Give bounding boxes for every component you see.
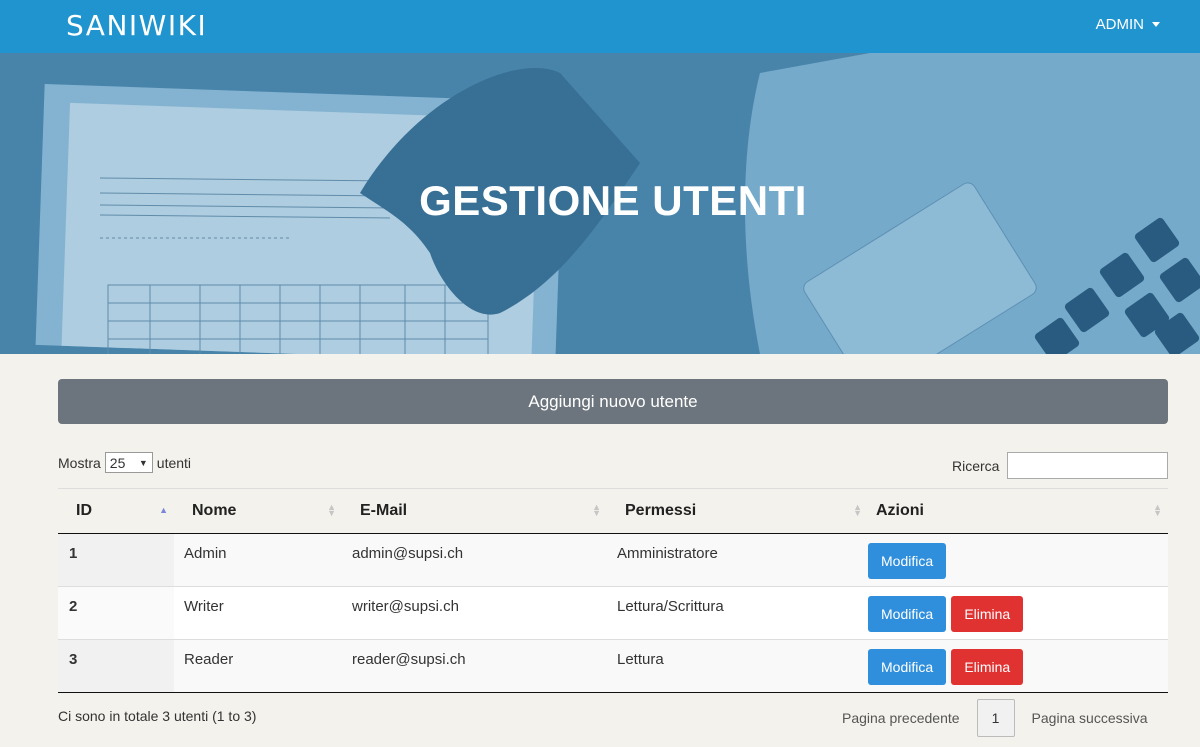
column-header-actions[interactable]: Azioni ▲ ▼ [868, 488, 1168, 534]
page-title: GESTIONE UTENTI [419, 177, 807, 224]
length-prefix-label: Mostra [58, 454, 101, 471]
users-table: ID ▲ Nome ▲ ▼ E-Mail ▲ ▼ Permessi ▲ ▼ Azion… [58, 488, 1168, 693]
cell-actions: Modifica [868, 533, 1168, 587]
cell-id: 1 [58, 533, 174, 587]
brand-logo[interactable]: SANIWIKI [66, 9, 207, 42]
add-user-button[interactable]: Aggiungi nuovo utente [58, 379, 1168, 424]
cell-permissions: Lettura/Scrittura [607, 586, 868, 640]
length-suffix-label: utenti [156, 454, 192, 471]
cell-actions: Modifica Elimina [868, 639, 1168, 693]
search-input[interactable] [1007, 452, 1169, 479]
column-header-label: E-Mail [360, 502, 408, 519]
cell-name: Writer [174, 586, 342, 640]
user-menu-dropdown[interactable]: ADMIN [1096, 16, 1160, 33]
sort-both-icon: ▲ ▼ [853, 502, 862, 518]
column-header-label: ID [76, 502, 92, 519]
next-page-link[interactable]: Pagina successiva [1032, 710, 1148, 726]
column-header-email[interactable]: E-Mail ▲ ▼ [342, 488, 607, 534]
table-row: 2 Writer writer@supsi.ch Lettura/Scrittu… [58, 586, 1168, 640]
cell-actions: Modifica Elimina [868, 586, 1168, 640]
column-header-label: Nome [192, 502, 237, 519]
cell-id: 2 [58, 586, 174, 640]
cell-email: writer@supsi.ch [342, 586, 607, 640]
table-row: 1 Admin admin@supsi.ch Amministratore Mo… [58, 533, 1168, 587]
page-length-control: Mostra 25 ▼ utenti [58, 452, 191, 473]
delete-user-button[interactable]: Elimina [951, 649, 1024, 685]
cell-email: reader@supsi.ch [342, 639, 607, 693]
column-header-label: Azioni [876, 502, 924, 519]
page-number-current[interactable]: 1 [976, 699, 1015, 737]
user-menu-label: ADMIN [1095, 16, 1144, 33]
cell-permissions: Amministratore [607, 533, 868, 587]
previous-page-link[interactable]: Pagina precedente [842, 710, 960, 726]
table-row: 3 Reader reader@supsi.ch Lettura Modific… [58, 639, 1168, 693]
sort-both-icon: ▲ ▼ [327, 502, 336, 518]
table-info: Ci sono in totale 3 utenti (1 to 3) [58, 708, 257, 724]
column-header-name[interactable]: Nome ▲ ▼ [174, 488, 342, 534]
cell-name: Reader [174, 639, 342, 693]
dropdown-arrow-icon: ▼ [138, 457, 148, 468]
sort-both-icon: ▲ ▼ [592, 502, 601, 518]
sort-ascending-icon: ▲ [159, 505, 168, 515]
column-header-label: Permessi [625, 502, 697, 519]
cell-email: admin@supsi.ch [342, 533, 607, 587]
delete-user-button[interactable]: Elimina [951, 596, 1024, 632]
cell-name: Admin [174, 533, 342, 587]
caret-down-icon [1152, 22, 1160, 27]
page-length-value: 25 [109, 454, 126, 471]
column-header-id[interactable]: ID ▲ [58, 488, 174, 534]
edit-user-button[interactable]: Modifica [868, 596, 947, 632]
edit-user-button[interactable]: Modifica [868, 543, 947, 579]
table-header-row: ID ▲ Nome ▲ ▼ E-Mail ▲ ▼ Permessi ▲ ▼ Azion… [58, 488, 1168, 534]
search-control: Ricerca [952, 452, 1169, 479]
edit-user-button[interactable]: Modifica [868, 649, 947, 685]
search-label: Ricerca [952, 457, 1000, 474]
column-header-permissions[interactable]: Permessi ▲ ▼ [607, 488, 868, 534]
cell-permissions: Lettura [607, 639, 868, 693]
top-navbar: SANIWIKI ADMIN [0, 0, 1200, 53]
pagination: Pagina precedente 1 Pagina successiva [842, 698, 1148, 738]
sort-both-icon: ▲ ▼ [1153, 502, 1162, 518]
page-length-select[interactable]: 25 ▼ [104, 452, 153, 473]
hero-banner: GESTIONE UTENTI [0, 53, 1200, 354]
cell-id: 3 [58, 639, 174, 693]
